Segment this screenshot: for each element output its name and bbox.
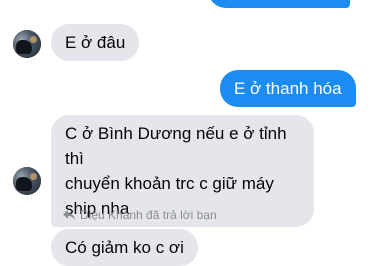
message-line: C ở Bình Dương nếu e ở tỉnh thì — [65, 124, 287, 168]
message-line: chuyển khoản trc c giữ máy — [65, 174, 274, 193]
contact-avatar[interactable] — [13, 30, 41, 58]
outgoing-message-bubble[interactable]: E ở thanh hóa — [220, 70, 356, 107]
message-text: E ở đâu — [65, 33, 126, 52]
reply-notice: Diệu Khánh đã trả lời bạn — [63, 208, 217, 222]
incoming-reply-bubble[interactable]: Có giảm ko c ơi — [51, 229, 198, 266]
reply-arrow-icon — [63, 210, 75, 220]
message-text: Có giảm ko c ơi — [65, 238, 184, 257]
outgoing-message-bubble-top[interactable] — [208, 0, 350, 8]
incoming-message-bubble[interactable]: E ở đâu — [51, 24, 140, 61]
contact-avatar[interactable] — [13, 167, 41, 195]
message-text: E ở thanh hóa — [234, 79, 342, 98]
reply-notice-text: Diệu Khánh đã trả lời bạn — [80, 208, 217, 222]
